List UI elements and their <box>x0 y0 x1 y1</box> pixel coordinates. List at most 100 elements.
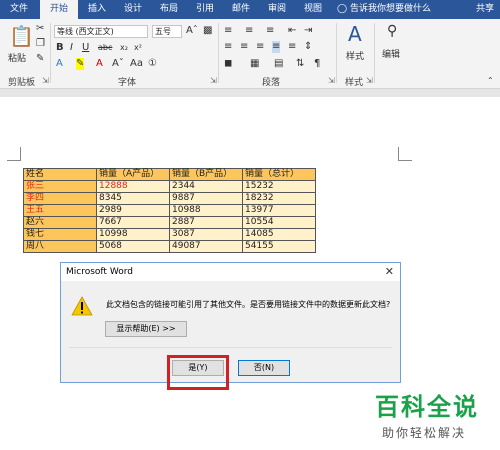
cell-a: 8345 <box>96 192 170 205</box>
show-help-button[interactable]: 显示帮助(E) >> <box>105 321 187 337</box>
cell-total: 13977 <box>242 204 316 217</box>
group-separator <box>374 23 375 83</box>
tab-review[interactable]: 审阅 <box>262 0 292 19</box>
clipboard-launcher-icon[interactable]: ⇲ <box>42 76 49 85</box>
group-separator <box>336 23 337 83</box>
header-b: 销量（B产品） <box>169 168 243 181</box>
font-group-label: 字体 <box>118 78 137 88</box>
cell-name: 赵六 <box>23 216 97 229</box>
table-row: 赵六 7667 2887 10554 <box>23 216 316 229</box>
distributed-icon[interactable]: ≡ <box>288 41 296 53</box>
align-left-icon[interactable]: ≡ <box>224 41 232 53</box>
dialog-title: Microsoft Word <box>66 267 133 277</box>
phonetic-icon[interactable]: ① <box>148 58 157 70</box>
shading-icon[interactable]: ◼ <box>224 58 232 70</box>
font-size-select[interactable]: 五号 <box>152 25 182 38</box>
superscript-icon[interactable]: x² <box>134 42 142 54</box>
sort-icon[interactable]: ⇅ <box>296 58 304 70</box>
strikethrough-icon[interactable]: abc <box>98 42 112 54</box>
multilevel-list-icon[interactable]: ≡ <box>266 25 274 37</box>
cell-b: 49087 <box>169 240 243 253</box>
font-name-select[interactable]: 等线 (西文正文) <box>54 25 148 38</box>
bullets-icon[interactable]: ≡ <box>224 25 232 37</box>
styles-launcher-icon[interactable]: ⇲ <box>366 76 373 85</box>
cell-name: 钱七 <box>23 228 97 241</box>
cell-total: 54155 <box>242 240 316 253</box>
group-separator <box>50 23 51 83</box>
justify-icon[interactable]: ≡ <box>272 41 281 53</box>
tab-home[interactable]: 开始 <box>40 0 78 19</box>
increase-indent-icon[interactable]: ⇥ <box>304 25 312 37</box>
no-button[interactable]: 否(N) <box>238 360 290 376</box>
collapse-ribbon-icon[interactable]: ⌃ <box>487 75 494 87</box>
paste-icon: 📋 <box>9 24 34 48</box>
yes-button-highlight <box>167 355 229 390</box>
styles-group-label: 样式 <box>345 78 364 88</box>
cell-b: 10988 <box>169 204 243 217</box>
cell-name: 李四 <box>23 192 97 205</box>
chinese-layout-icon[interactable]: ▤ <box>274 58 283 70</box>
sales-table[interactable]: 姓名 销量（A产品） 销量（B产品） 销量（总计） 张三 12888 2344 … <box>23 168 316 253</box>
cell-total: 15232 <box>242 180 316 193</box>
styles-button[interactable]: 样式 <box>346 49 364 62</box>
share-button[interactable]: 共享 <box>476 0 494 19</box>
bold-icon[interactable]: B <box>56 42 64 54</box>
table-header-row: 姓名 销量（A产品） 销量（B产品） 销量（总计） <box>23 168 316 181</box>
tab-design[interactable]: 设计 <box>118 0 148 19</box>
table-row: 钱七 10998 3087 14085 <box>23 228 316 241</box>
cell-total: 10554 <box>242 216 316 229</box>
dialog-title-bar[interactable]: Microsoft Word ✕ <box>61 263 400 281</box>
highlight-icon[interactable]: ✎ <box>76 58 85 70</box>
watermark-subtitle: 助你轻松解决 <box>382 426 467 440</box>
case-icon[interactable]: Aa <box>130 58 143 70</box>
tab-references[interactable]: 引用 <box>190 0 220 19</box>
grow-font-icon[interactable]: Aˆ <box>186 25 198 37</box>
cell-a: 12888 <box>96 180 170 193</box>
copy-icon[interactable]: ❐ <box>36 38 45 50</box>
format-painter-icon[interactable]: ✎ <box>36 53 44 65</box>
table-row: 王五 2989 10988 13977 <box>23 204 316 217</box>
paste-button[interactable]: 粘贴 <box>8 51 26 64</box>
shrink-font-icon[interactable]: Aˇ <box>112 58 124 70</box>
italic-icon[interactable]: I <box>70 42 73 54</box>
editing-button[interactable]: 编辑 <box>382 47 400 60</box>
underline-icon[interactable]: U <box>82 42 89 54</box>
clipboard-group-label: 剪贴板 <box>8 78 36 88</box>
font-color-icon[interactable]: A <box>96 58 103 70</box>
tab-view[interactable]: 视图 <box>298 0 328 19</box>
table-row: 周八 5068 49087 54155 <box>23 240 316 253</box>
header-a: 销量（A产品） <box>96 168 170 181</box>
align-right-icon[interactable]: ≡ <box>256 41 264 53</box>
tell-me-box[interactable]: ◯ 告诉我你想要做什么 <box>337 0 431 19</box>
line-spacing-icon[interactable]: ⇕ <box>304 41 312 53</box>
tab-insert[interactable]: 插入 <box>82 0 112 19</box>
show-marks-icon[interactable]: ¶ <box>314 58 320 70</box>
cell-a: 7667 <box>96 216 170 229</box>
tab-file[interactable]: 文件 <box>4 0 34 19</box>
close-icon[interactable]: ✕ <box>385 265 394 278</box>
clear-format-icon[interactable]: ▩ <box>203 25 212 37</box>
text-effects-icon[interactable]: A <box>56 58 63 70</box>
styles-icon[interactable]: A <box>348 23 362 45</box>
tab-mailings[interactable]: 邮件 <box>226 0 256 19</box>
ribbon-tab-bar: 文件 开始 插入 设计 布局 引用 邮件 审阅 视图 ◯ 告诉我你想要做什么 共… <box>0 0 500 19</box>
paragraph-group-label: 段落 <box>262 78 281 88</box>
align-center-icon[interactable]: ≡ <box>240 41 248 53</box>
numbering-icon[interactable]: ≡ <box>245 25 253 37</box>
cut-icon[interactable]: ✂ <box>36 23 44 35</box>
table-row: 李四 8345 9887 18232 <box>23 192 316 205</box>
tab-layout[interactable]: 布局 <box>154 0 184 19</box>
margin-corner-mark <box>7 147 21 161</box>
tell-me-text: 告诉我你想要做什么 <box>349 4 431 14</box>
cell-total: 14085 <box>242 228 316 241</box>
cell-b: 3087 <box>169 228 243 241</box>
ribbon-home: 📋 粘贴 ✂ ❐ ✎ 剪贴板 ⇲ 等线 (西文正文) 五号 Aˆ ▩ B I U… <box>0 19 500 89</box>
find-icon[interactable]: ⚲ <box>387 24 397 38</box>
cell-a: 5068 <box>96 240 170 253</box>
paragraph-launcher-icon[interactable]: ⇲ <box>328 76 335 85</box>
borders-icon[interactable]: ▦ <box>250 58 259 70</box>
header-total: 销量（总计） <box>242 168 316 181</box>
subscript-icon[interactable]: x₂ <box>120 42 128 54</box>
font-launcher-icon[interactable]: ⇲ <box>210 76 217 85</box>
decrease-indent-icon[interactable]: ⇤ <box>288 25 296 37</box>
